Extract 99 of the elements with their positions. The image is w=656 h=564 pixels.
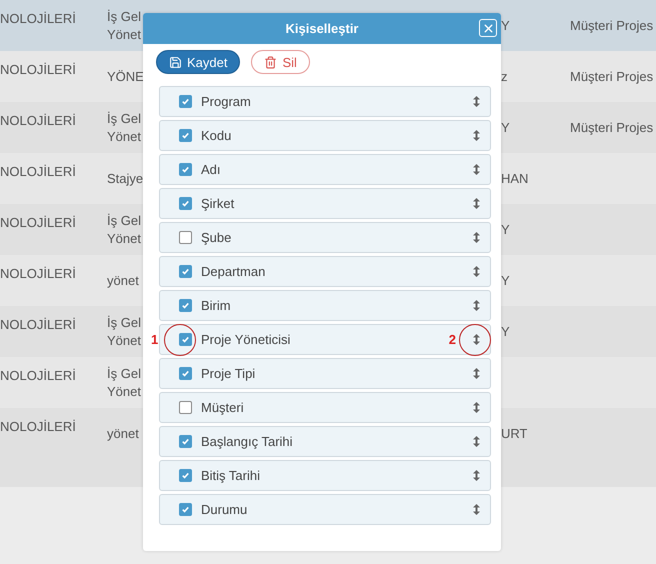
table-cell: Y xyxy=(501,272,510,290)
checkmark-icon xyxy=(181,301,190,310)
column-item[interactable]: Kodu xyxy=(159,120,491,151)
table-cell: Y xyxy=(501,118,510,136)
column-item[interactable]: Şirket xyxy=(159,188,491,219)
checkmark-icon xyxy=(181,437,190,446)
checkbox[interactable] xyxy=(179,197,192,210)
table-cell: Müşteri Projes xyxy=(570,68,654,86)
checkmark-icon xyxy=(181,97,190,106)
drag-handle-icon[interactable] xyxy=(473,300,480,311)
column-label: Program xyxy=(201,94,251,109)
drag-handle-icon[interactable] xyxy=(473,164,480,175)
table-cell: z xyxy=(501,68,508,86)
close-icon xyxy=(482,22,494,34)
drag-handle-icon[interactable] xyxy=(473,266,480,277)
checkmark-icon xyxy=(181,267,190,276)
delete-button[interactable]: Sil xyxy=(251,50,310,74)
table-cell: İş Gel Yönet xyxy=(107,212,141,248)
table-cell-text: NOLOJİLERİ xyxy=(0,265,76,283)
checkbox[interactable] xyxy=(179,469,192,482)
table-cell: URT xyxy=(501,424,528,442)
table-cell-text: NOLOJİLERİ xyxy=(0,163,76,181)
table-cell-text: NOLOJİLERİ xyxy=(0,112,76,130)
column-label: Şirket xyxy=(201,196,234,211)
checkbox[interactable] xyxy=(179,163,192,176)
table-cell: HAN xyxy=(501,170,528,188)
table-cell: Y xyxy=(501,322,510,340)
drag-handle-icon[interactable] xyxy=(473,334,480,345)
checkmark-icon xyxy=(181,335,190,344)
checkbox[interactable] xyxy=(179,231,192,244)
column-label: Departman xyxy=(201,264,266,279)
table-cell: İş Gel Yönet xyxy=(107,364,141,400)
trash-icon xyxy=(264,56,278,68)
table-cell-text: NOLOJİLERİ xyxy=(0,367,76,385)
column-item[interactable]: Şube xyxy=(159,222,491,253)
table-cell-text: NOLOJİLERİ xyxy=(0,61,76,79)
column-label: Adı xyxy=(201,162,221,177)
dialog-title: Kişiselleştir xyxy=(286,21,358,36)
column-label: Birim xyxy=(201,298,231,313)
column-label: Başlangıç Tarihi xyxy=(201,434,293,449)
drag-handle-icon[interactable] xyxy=(473,232,480,243)
checkbox[interactable] xyxy=(179,129,192,142)
table-cell-text: NOLOJİLERİ xyxy=(0,10,76,28)
checkbox[interactable] xyxy=(179,95,192,108)
column-item[interactable]: Müşteri xyxy=(159,392,491,423)
drag-handle-icon[interactable] xyxy=(473,198,480,209)
callout-number: 2 xyxy=(448,332,456,347)
column-label: Şube xyxy=(201,230,232,245)
checkmark-icon xyxy=(181,471,190,480)
checkmark-icon xyxy=(181,199,190,208)
column-item[interactable]: Program xyxy=(159,86,491,117)
table-cell: İş Gel Yönet xyxy=(107,110,141,146)
checkbox[interactable] xyxy=(179,367,192,380)
table-cell-text: NOLOJİLERİ xyxy=(0,316,76,334)
drag-handle-icon[interactable] xyxy=(473,96,480,107)
table-cell: Müşteri Projes xyxy=(570,118,654,136)
checkbox[interactable] xyxy=(179,265,192,278)
column-item[interactable]: Proje Tipi xyxy=(159,358,491,389)
checkmark-icon xyxy=(181,165,190,174)
drag-handle-icon[interactable] xyxy=(473,402,480,413)
column-label: Kodu xyxy=(201,128,232,143)
column-item[interactable]: Başlangıç Tarihi xyxy=(159,426,491,457)
table-cell: İş Gel Yönet xyxy=(107,8,141,44)
callout-number: 1 xyxy=(151,332,158,347)
column-label: Bitiş Tarihi xyxy=(201,468,260,483)
column-item[interactable]: Adı xyxy=(159,154,491,185)
column-item[interactable]: Durumu xyxy=(159,494,491,525)
checkbox[interactable] xyxy=(179,503,192,516)
table-cell-text: NOLOJİLERİ xyxy=(0,214,76,232)
table-cell: yönet xyxy=(107,272,139,290)
checkbox[interactable] xyxy=(179,299,192,312)
table-cell: YÖNE xyxy=(107,68,144,86)
table-cell: yönet xyxy=(107,424,139,442)
column-label: Müşteri xyxy=(201,400,244,415)
column-item[interactable]: Bitiş Tarihi xyxy=(159,460,491,491)
checkmark-icon xyxy=(181,131,190,140)
column-label: Proje Yöneticisi xyxy=(201,332,290,347)
table-cell: Müşteri Projes xyxy=(570,16,654,34)
save-button[interactable]: Kaydet xyxy=(156,50,240,74)
checkmark-icon xyxy=(181,505,190,514)
drag-handle-icon[interactable] xyxy=(473,368,480,379)
checkmark-icon xyxy=(181,369,190,378)
drag-handle-icon[interactable] xyxy=(473,130,480,141)
table-cell: Y xyxy=(501,220,510,238)
table-cell: İş Gel Yönet xyxy=(107,314,141,350)
close-button[interactable] xyxy=(479,19,497,37)
drag-handle-icon[interactable] xyxy=(473,504,480,515)
drag-handle-icon[interactable] xyxy=(473,436,480,447)
column-label: Proje Tipi xyxy=(201,366,256,381)
drag-handle-icon[interactable] xyxy=(473,470,480,481)
column-item[interactable]: Birim xyxy=(159,290,491,321)
table-cell: Stajye xyxy=(107,170,144,188)
table-cell: Y xyxy=(501,16,510,34)
checkbox[interactable] xyxy=(179,333,192,346)
checkbox[interactable] xyxy=(179,401,192,414)
checkbox[interactable] xyxy=(179,435,192,448)
column-item[interactable]: Departman xyxy=(159,256,491,287)
table-cell-text: NOLOJİLERİ xyxy=(0,418,76,436)
column-label: Durumu xyxy=(201,502,248,517)
